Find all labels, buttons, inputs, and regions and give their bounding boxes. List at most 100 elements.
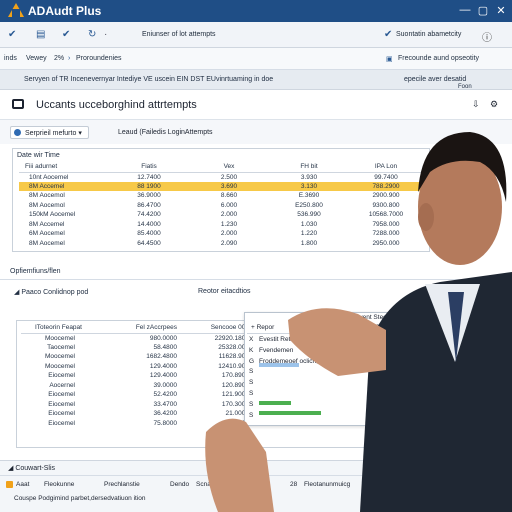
footer-cell[interactable]: Fleokunne (44, 481, 74, 488)
table-row[interactable]: Eiocemel 52.4200 121.9000 (21, 390, 251, 400)
table-cell: 74.4200 (137, 211, 161, 219)
table-cell: 120.8900 (221, 381, 249, 389)
hand-shape (288, 308, 386, 376)
column-header[interactable]: Fiii adurnet (19, 162, 109, 173)
document-icon[interactable]: ▤ (36, 29, 45, 40)
table-cell: 129.4000 (149, 362, 177, 370)
menu-item[interactable]: Vewey (26, 55, 47, 62)
footer-title-text: Couwart-Slis (15, 465, 56, 472)
table-cell: 36.4200 (153, 410, 178, 418)
filter-dropdown-label: Serprieil mefurto (25, 130, 77, 137)
table-cell: 6.000 (220, 201, 238, 209)
table-cell: 170.8900 (221, 372, 249, 380)
footer-cell[interactable]: Dendo (170, 481, 189, 488)
event-row-key[interactable]: S (249, 379, 253, 386)
app-logo-icon (6, 2, 26, 20)
table-cell: 2.090 (220, 239, 238, 247)
event-row-key[interactable]: G (249, 358, 254, 365)
footer-title: ◢ Couwart-Slis (8, 464, 55, 472)
table-cell: Taocemel (47, 343, 75, 351)
close-icon[interactable]: ✕ (494, 4, 508, 17)
table-cell: 1.230 (220, 220, 238, 228)
column-header[interactable]: Fiatis (109, 162, 189, 173)
table-cell: 1682.4800 (146, 353, 177, 361)
menu-item[interactable]: Proroundenies (76, 55, 122, 62)
footer-cell[interactable]: Prechlanstie (104, 481, 140, 488)
table-cell: 8M Aocemel (29, 239, 65, 247)
check-icon[interactable]: ✔ (62, 29, 70, 40)
box-icon: ▣ (386, 56, 393, 63)
settings-icon[interactable]: ⚙ (490, 99, 498, 110)
chat-icon (12, 99, 24, 109)
detail-right-title: Reotor eitacdtios (198, 288, 251, 295)
filter-dropdown[interactable]: Serprieil mefurto ▾ (10, 126, 89, 139)
table-row[interactable]: Moocemel 129.4000 12410.900 (21, 362, 251, 372)
event-panel-header-left: + Repor (251, 324, 274, 331)
table-cell: 25328.000 (218, 343, 249, 351)
chevron-icon[interactable]: › (68, 55, 70, 62)
table-cell: 2.000 (220, 230, 238, 238)
event-panel-header-left-text: Repor (256, 324, 275, 331)
table-cell: 3.690 (189, 181, 269, 191)
table-row[interactable]: Taocemel 58.4800 25328.000 (21, 343, 251, 353)
table-row[interactable]: Eiocemel 33.4700 170.3000 (21, 400, 251, 410)
table-cell: 39.0000 (153, 381, 178, 389)
table-cell: 8M Accemel (19, 181, 109, 191)
table-cell: Moocemel (45, 334, 75, 342)
table-cell: 8M Aocemol (29, 192, 65, 200)
maximize-icon[interactable]: ▢ (476, 4, 490, 17)
info-bar-text: Servyen of TR Incenevernyar Intediye VE … (24, 76, 274, 83)
table-cell: 85.4000 (137, 230, 161, 238)
event-row-key[interactable]: S (249, 390, 253, 397)
warning-icon (6, 481, 13, 488)
table-cell: 121.9000 (221, 391, 249, 399)
menu-item[interactable]: 2% (54, 55, 64, 62)
event-row-key[interactable]: S (249, 401, 253, 408)
menu-right-label[interactable]: Frecounde aund opseotity (398, 55, 479, 62)
table-cell: 129.4000 (149, 372, 177, 380)
table-cell: 33.4700 (153, 400, 178, 408)
footer-cell[interactable]: Aaat (16, 481, 29, 488)
column-header[interactable]: IToteorin Feapat (21, 323, 101, 334)
table-row[interactable]: Moocemel 980.0000 22920.1800 (21, 333, 251, 343)
chevron-down-icon: ▾ (78, 130, 82, 137)
table-cell: 52.4200 (153, 391, 178, 399)
footer-cell[interactable]: 28 (290, 481, 297, 488)
export-icon[interactable]: ⇩ (472, 99, 480, 110)
event-row-key[interactable]: X (249, 336, 253, 343)
table-row[interactable]: Eiocemel 129.4000 170.8900 (21, 371, 251, 381)
left-hand-illustration (205, 418, 274, 512)
table-cell: 58.4800 (153, 343, 178, 351)
separator-icon: · (104, 29, 108, 40)
column-header[interactable]: Fel zAccrpees (101, 323, 181, 334)
bar-green (259, 401, 291, 405)
table-cell: Eiocemel (48, 372, 75, 380)
table-cell: 8M Accemel (29, 220, 65, 228)
minimize-icon[interactable]: — (458, 4, 472, 16)
table-cell: 6M Aocemel (29, 230, 65, 238)
table-cell: Eiocemel (48, 410, 75, 418)
table-row[interactable]: Aocernel 39.0000 120.8900 (21, 381, 251, 391)
table-cell: 75.8000 (153, 419, 178, 427)
info-icon[interactable]: ⓘ (482, 29, 492, 44)
column-header[interactable]: Vex (189, 162, 269, 173)
table-cell: Eiocemel (48, 419, 75, 427)
table-cell: 11628.900 (218, 353, 249, 361)
table-row[interactable]: Moocemel 1682.4800 11628.900 (21, 352, 251, 362)
event-row-key[interactable]: K (249, 347, 253, 354)
toolbar-right-label[interactable]: Suontatin abametcity (396, 31, 461, 38)
menu-item[interactable]: inds (4, 55, 17, 62)
options-label: Opfiemfiuns/flen (10, 268, 61, 275)
check-icon[interactable]: ✔ (384, 29, 392, 40)
info-bar: Servyen of TR Incenevernyar Intediye VE … (0, 70, 512, 90)
report-name: Leaud (Failedis LoginAttempts (118, 129, 213, 136)
event-row-key[interactable]: S (249, 368, 253, 375)
table-cell: 2.500 (220, 173, 238, 181)
refresh-icon[interactable]: ↻ (88, 29, 96, 40)
column-header[interactable]: Sencooe 001 (181, 323, 251, 334)
globe-icon (14, 129, 21, 136)
detail-left-title-text: Paaco Conlidnop pod (21, 289, 89, 296)
table-cell: 88 1900 (109, 181, 189, 191)
check-icon[interactable]: ✔ (8, 29, 16, 40)
table-cell: Moocemel (45, 362, 75, 370)
